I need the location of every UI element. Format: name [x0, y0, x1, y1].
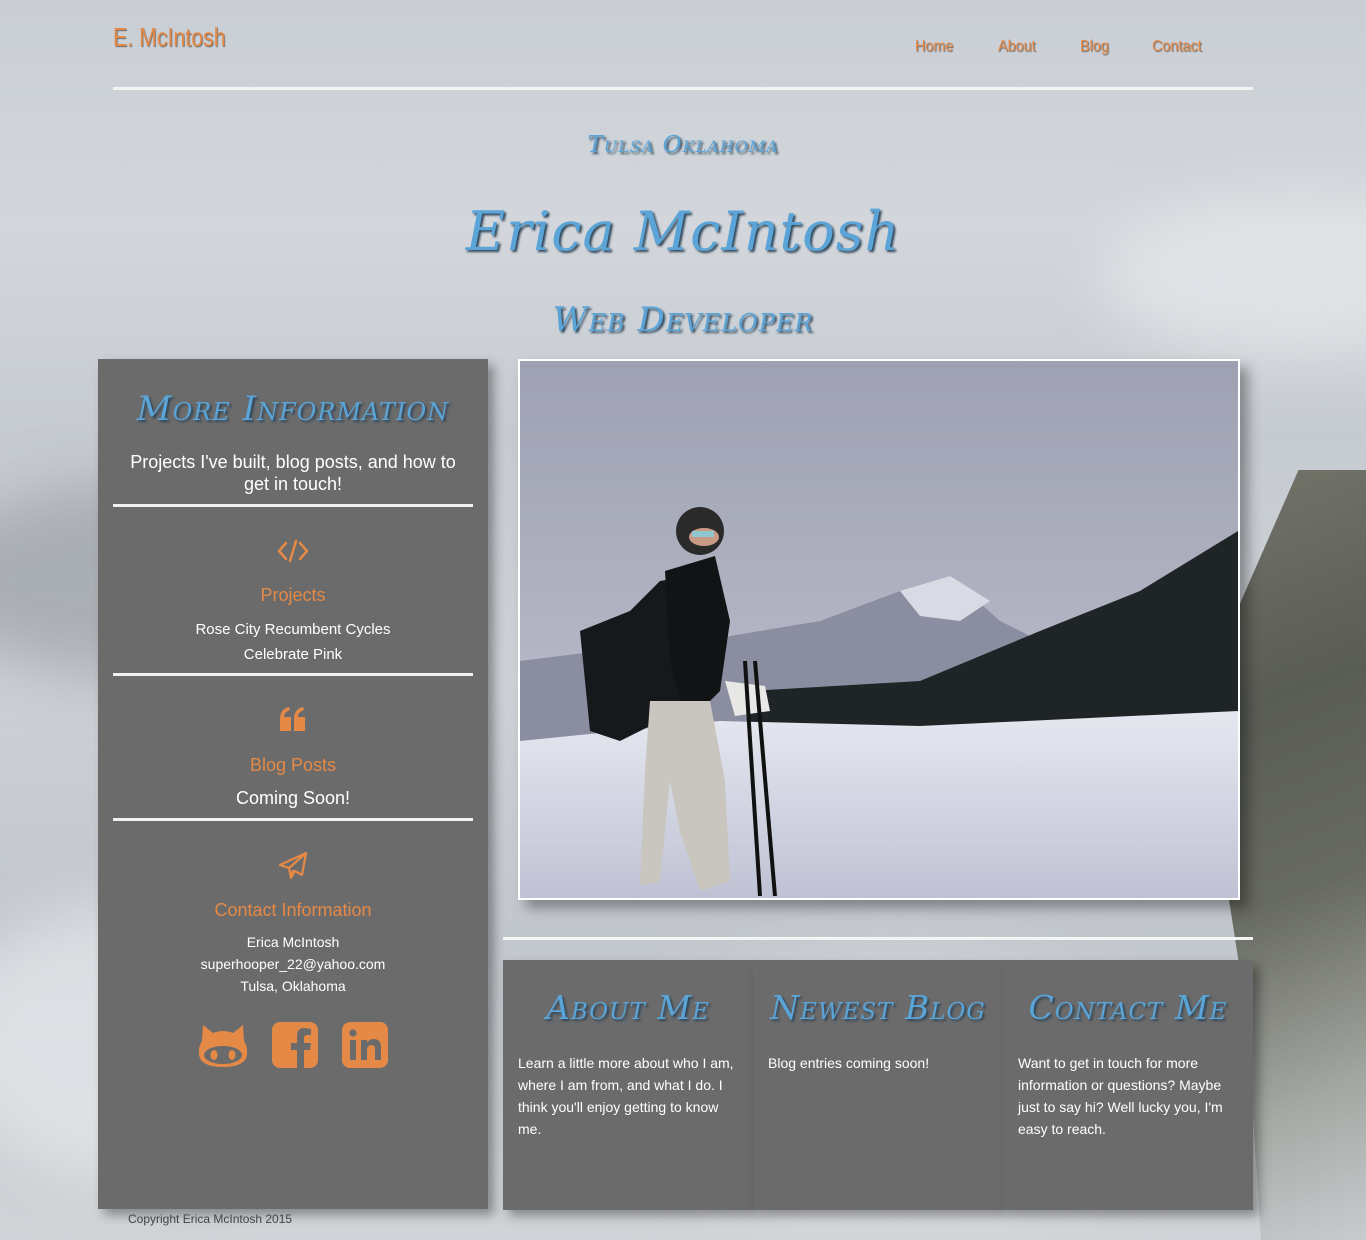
newest-blog-title: Newest Blog [770, 988, 986, 1027]
sidebar-divider [113, 673, 473, 676]
hero-location: Tulsa Oklahoma [587, 132, 779, 158]
projects-heading: Projects [260, 585, 326, 605]
contact-me-title: Contact Me [1028, 988, 1228, 1027]
main-nav: Home About Blog Contact [915, 38, 1247, 56]
contact-location: Tulsa, Oklahoma [240, 978, 346, 994]
copyright: Copyright Erica McIntosh 2015 [128, 1212, 293, 1226]
contact-me-text: Want to get in touch for more informatio… [1018, 1055, 1223, 1137]
info-sidebar: More Information Projects I've built, bl… [98, 359, 488, 1209]
content-divider [503, 937, 1253, 940]
newest-blog-text: Blog entries coming soon! [768, 1055, 930, 1071]
site-logo[interactable]: E. McIntosh [113, 22, 226, 53]
header-divider [113, 87, 1253, 90]
sidebar-title: More Information [136, 389, 450, 429]
social-links [98, 1021, 488, 1074]
project-link-celebrate-pink[interactable]: Celebrate Pink [98, 642, 488, 667]
code-icon [98, 539, 488, 563]
project-link-rose-city[interactable]: Rose City Recumbent Cycles [98, 617, 488, 642]
blog-heading: Blog Posts [249, 755, 337, 775]
contact-name: Erica McIntosh [246, 934, 340, 950]
newest-blog-panel[interactable]: Newest Blog Blog entries coming soon! [753, 960, 1003, 1210]
hero-photo [518, 359, 1240, 900]
nav-home[interactable]: Home [915, 38, 953, 56]
about-me-title: About Me [546, 988, 710, 1027]
nav-blog[interactable]: Blog [1080, 38, 1109, 56]
about-me-text: Learn a little more about who I am, wher… [518, 1055, 734, 1137]
paper-plane-icon [98, 851, 488, 881]
blog-status: Coming Soon! [235, 788, 351, 808]
about-me-panel[interactable]: About Me Learn a little more about who I… [503, 960, 753, 1210]
sidebar-intro: Projects I've built, blog posts, and how… [130, 452, 456, 494]
nav-contact[interactable]: Contact [1152, 38, 1202, 56]
contact-email[interactable]: superhooper_22@yahoo.com [98, 953, 488, 975]
facebook-icon[interactable] [271, 1021, 319, 1074]
linkedin-icon[interactable] [341, 1021, 389, 1074]
github-icon[interactable] [197, 1021, 249, 1074]
sidebar-divider [113, 504, 473, 507]
hero-role: Web Developer [552, 300, 814, 340]
sidebar-divider [113, 818, 473, 821]
contact-heading: Contact Information [214, 900, 372, 920]
quote-icon [98, 706, 488, 732]
hero-name: Erica McIntosh [465, 200, 901, 263]
nav-about[interactable]: About [998, 38, 1036, 56]
contact-me-panel[interactable]: Contact Me Want to get in touch for more… [1003, 960, 1253, 1210]
